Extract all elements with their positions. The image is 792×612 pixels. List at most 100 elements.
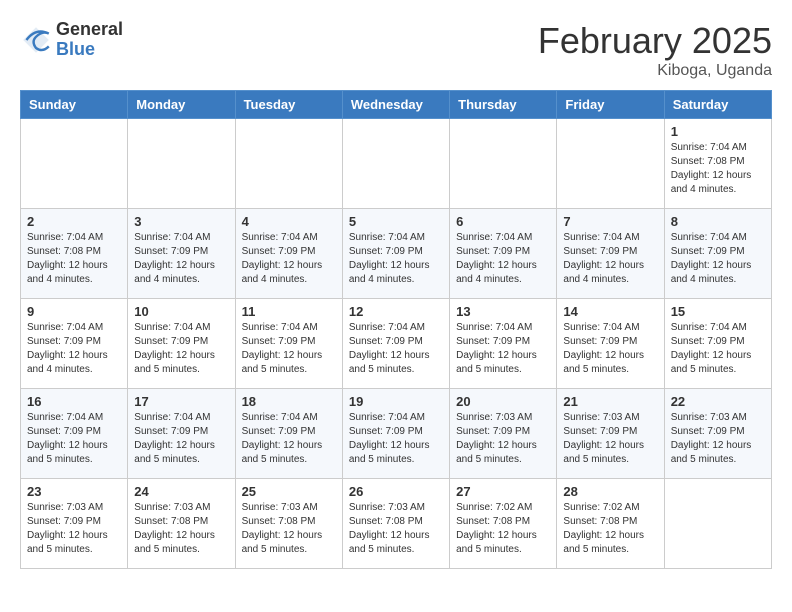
calendar-cell: 13 Sunrise: 7:04 AM Sunset: 7:09 PM Dayli… (450, 299, 557, 389)
day-header-friday: Friday (557, 91, 664, 119)
calendar-cell: 24 Sunrise: 7:03 AM Sunset: 7:08 PM Dayli… (128, 479, 235, 569)
day-info: Sunrise: 7:04 AM Sunset: 7:09 PM Dayligh… (456, 231, 550, 287)
calendar-cell (664, 479, 771, 569)
day-info: Sunrise: 7:03 AM Sunset: 7:08 PM Dayligh… (349, 501, 443, 557)
day-header-sunday: Sunday (21, 91, 128, 119)
day-number: 18 (242, 394, 336, 409)
day-info: Sunrise: 7:03 AM Sunset: 7:08 PM Dayligh… (242, 501, 336, 557)
day-info: Sunrise: 7:02 AM Sunset: 7:08 PM Dayligh… (563, 501, 657, 557)
logo-icon (20, 24, 52, 56)
day-number: 14 (563, 304, 657, 319)
month-title: February 2025 (538, 20, 772, 62)
day-number: 9 (27, 304, 121, 319)
day-info: Sunrise: 7:03 AM Sunset: 7:09 PM Dayligh… (456, 411, 550, 467)
calendar-header-row: SundayMondayTuesdayWednesdayThursdayFrid… (21, 91, 772, 119)
calendar-cell: 23Sunrise: 7:03 AM Sunset: 7:09 PM Dayli… (21, 479, 128, 569)
calendar-week-5: 23Sunrise: 7:03 AM Sunset: 7:09 PM Dayli… (21, 479, 772, 569)
day-number: 4 (242, 214, 336, 229)
calendar-week-1: 1Sunrise: 7:04 AM Sunset: 7:08 PM Daylig… (21, 119, 772, 209)
day-number: 23 (27, 484, 121, 499)
calendar-table: SundayMondayTuesdayWednesdayThursdayFrid… (20, 90, 772, 569)
calendar-cell: 19 Sunrise: 7:04 AM Sunset: 7:09 PM Dayli… (342, 389, 449, 479)
calendar-cell (342, 119, 449, 209)
calendar-cell: 28 Sunrise: 7:02 AM Sunset: 7:08 PM Dayli… (557, 479, 664, 569)
day-header-saturday: Saturday (664, 91, 771, 119)
day-number: 13 (456, 304, 550, 319)
calendar-cell: 6 Sunrise: 7:04 AM Sunset: 7:09 PM Daylig… (450, 209, 557, 299)
day-info: Sunrise: 7:04 AM Sunset: 7:09 PM Dayligh… (671, 321, 765, 377)
calendar-cell: 26 Sunrise: 7:03 AM Sunset: 7:08 PM Dayli… (342, 479, 449, 569)
day-number: 10 (134, 304, 228, 319)
calendar-week-3: 9 Sunrise: 7:04 AM Sunset: 7:09 PM Daylig… (21, 299, 772, 389)
day-number: 20 (456, 394, 550, 409)
calendar-cell: 2 Sunrise: 7:04 AM Sunset: 7:08 PM Daylig… (21, 209, 128, 299)
day-info: Sunrise: 7:04 AM Sunset: 7:09 PM Dayligh… (134, 321, 228, 377)
day-info: Sunrise: 7:04 AM Sunset: 7:09 PM Dayligh… (563, 231, 657, 287)
calendar-cell: 17 Sunrise: 7:04 AM Sunset: 7:09 PM Dayli… (128, 389, 235, 479)
calendar-cell: 3 Sunrise: 7:04 AM Sunset: 7:09 PM Daylig… (128, 209, 235, 299)
calendar-week-4: 16 Sunrise: 7:04 AM Sunset: 7:09 PM Dayli… (21, 389, 772, 479)
calendar-cell: 16 Sunrise: 7:04 AM Sunset: 7:09 PM Dayli… (21, 389, 128, 479)
calendar-cell: 4Sunrise: 7:04 AM Sunset: 7:09 PM Daylig… (235, 209, 342, 299)
day-number: 17 (134, 394, 228, 409)
day-number: 7 (563, 214, 657, 229)
day-info: Sunrise: 7:04 AM Sunset: 7:09 PM Dayligh… (242, 321, 336, 377)
day-info: Sunrise: 7:03 AM Sunset: 7:08 PM Dayligh… (134, 501, 228, 557)
calendar-cell: 14 Sunrise: 7:04 AM Sunset: 7:09 PM Dayli… (557, 299, 664, 389)
calendar-cell (235, 119, 342, 209)
logo-blue-text: Blue (56, 40, 123, 60)
calendar-cell (128, 119, 235, 209)
logo-general-text: General (56, 20, 123, 40)
day-info: Sunrise: 7:04 AM Sunset: 7:09 PM Dayligh… (671, 231, 765, 287)
calendar-cell: 9Sunrise: 7:04 AM Sunset: 7:09 PM Daylig… (21, 299, 128, 389)
day-number: 15 (671, 304, 765, 319)
day-info: Sunrise: 7:04 AM Sunset: 7:09 PM Dayligh… (27, 411, 121, 467)
day-info: Sunrise: 7:04 AM Sunset: 7:09 PM Dayligh… (563, 321, 657, 377)
calendar-cell: 1Sunrise: 7:04 AM Sunset: 7:08 PM Daylig… (664, 119, 771, 209)
day-header-monday: Monday (128, 91, 235, 119)
day-info: Sunrise: 7:04 AM Sunset: 7:09 PM Dayligh… (134, 411, 228, 467)
calendar-cell: 7 Sunrise: 7:04 AM Sunset: 7:09 PM Daylig… (557, 209, 664, 299)
calendar-cell: 10 Sunrise: 7:04 AM Sunset: 7:09 PM Dayli… (128, 299, 235, 389)
day-info: Sunrise: 7:04 AM Sunset: 7:09 PM Dayligh… (456, 321, 550, 377)
calendar-cell: 21Sunrise: 7:03 AM Sunset: 7:09 PM Dayli… (557, 389, 664, 479)
day-number: 6 (456, 214, 550, 229)
day-info: Sunrise: 7:03 AM Sunset: 7:09 PM Dayligh… (671, 411, 765, 467)
day-info: Sunrise: 7:04 AM Sunset: 7:09 PM Dayligh… (349, 321, 443, 377)
day-info: Sunrise: 7:04 AM Sunset: 7:09 PM Dayligh… (242, 411, 336, 467)
day-header-tuesday: Tuesday (235, 91, 342, 119)
calendar-cell: 8Sunrise: 7:04 AM Sunset: 7:09 PM Daylig… (664, 209, 771, 299)
calendar-cell: 20 Sunrise: 7:03 AM Sunset: 7:09 PM Dayli… (450, 389, 557, 479)
calendar-cell (557, 119, 664, 209)
day-number: 3 (134, 214, 228, 229)
day-info: Sunrise: 7:04 AM Sunset: 7:09 PM Dayligh… (134, 231, 228, 287)
day-info: Sunrise: 7:04 AM Sunset: 7:09 PM Dayligh… (349, 411, 443, 467)
calendar-cell: 25 Sunrise: 7:03 AM Sunset: 7:08 PM Dayli… (235, 479, 342, 569)
day-info: Sunrise: 7:04 AM Sunset: 7:08 PM Dayligh… (671, 141, 765, 197)
day-number: 24 (134, 484, 228, 499)
calendar-cell: 5Sunrise: 7:04 AM Sunset: 7:09 PM Daylig… (342, 209, 449, 299)
day-number: 25 (242, 484, 336, 499)
day-info: Sunrise: 7:04 AM Sunset: 7:08 PM Dayligh… (27, 231, 121, 287)
day-number: 12 (349, 304, 443, 319)
logo-text: General Blue (56, 20, 123, 60)
title-block: February 2025 Kiboga, Uganda (538, 20, 772, 80)
day-number: 16 (27, 394, 121, 409)
day-number: 21 (563, 394, 657, 409)
day-number: 2 (27, 214, 121, 229)
location: Kiboga, Uganda (538, 62, 772, 80)
calendar-cell: 18 Sunrise: 7:04 AM Sunset: 7:09 PM Dayli… (235, 389, 342, 479)
day-header-thursday: Thursday (450, 91, 557, 119)
day-number: 27 (456, 484, 550, 499)
logo: General Blue (20, 20, 123, 60)
calendar-cell (450, 119, 557, 209)
day-info: Sunrise: 7:02 AM Sunset: 7:08 PM Dayligh… (456, 501, 550, 557)
calendar-week-2: 2 Sunrise: 7:04 AM Sunset: 7:08 PM Daylig… (21, 209, 772, 299)
day-number: 26 (349, 484, 443, 499)
day-info: Sunrise: 7:04 AM Sunset: 7:09 PM Dayligh… (349, 231, 443, 287)
day-number: 22 (671, 394, 765, 409)
calendar-cell: 22 Sunrise: 7:03 AM Sunset: 7:09 PM Dayli… (664, 389, 771, 479)
day-number: 19 (349, 394, 443, 409)
day-number: 28 (563, 484, 657, 499)
day-header-wednesday: Wednesday (342, 91, 449, 119)
